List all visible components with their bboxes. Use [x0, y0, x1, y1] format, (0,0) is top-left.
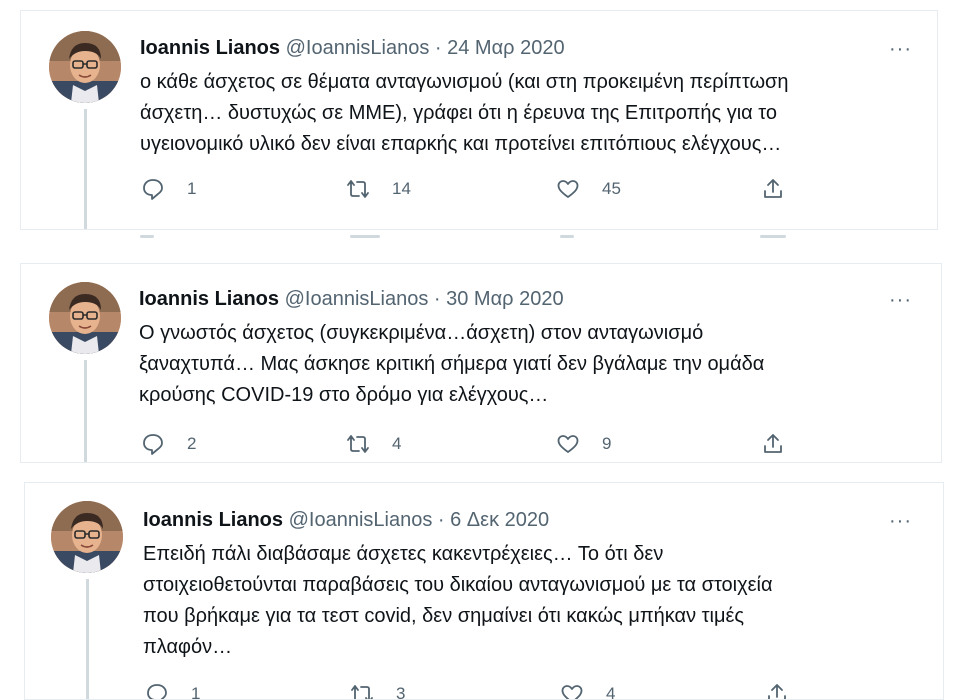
retweet-icon [351, 685, 373, 699]
avatar-image [49, 31, 121, 103]
share-button[interactable] [765, 682, 789, 699]
heart-icon [561, 685, 583, 699]
tweet-text: Επειδή πάλι διαβάσαμε άσχετες κακεντρέχε… [143, 539, 933, 663]
reply-icon [147, 684, 167, 699]
more-options-icon[interactable]: ··· [889, 511, 912, 531]
retweet-button[interactable]: 14 [346, 177, 411, 201]
cropped-row-edge [760, 235, 786, 238]
share-icon [768, 684, 786, 699]
separator-dot: · [434, 37, 442, 59]
like-button[interactable]: 4 [560, 682, 616, 700]
separator-dot: · [433, 288, 441, 310]
tweet-card[interactable]: Ioannis Lianos @IoannisLianos · 24 Μαρ 2… [20, 10, 938, 230]
share-icon [764, 179, 782, 198]
retweet-button[interactable]: 4 [346, 432, 401, 456]
like-button[interactable]: 45 [556, 177, 621, 201]
reply-count: 1 [187, 179, 197, 198]
tweet-text-line: άσχετη… δυστυχώς σε ΜΜΕ), γράφει ότι η έ… [140, 102, 778, 124]
like-count: 45 [602, 179, 621, 198]
tweet-card[interactable]: Ioannis Lianos @IoannisLianos · 6 Δεκ 20… [24, 482, 944, 700]
reply-count: 1 [191, 684, 201, 700]
reply-icon [143, 434, 163, 455]
tweet-text-line: ο κάθε άσχετος σε θέματα ανταγωνισμού (κ… [140, 71, 789, 93]
cropped-row-edge [560, 235, 574, 238]
author-name[interactable]: Ioannis Lianos [143, 509, 283, 531]
like-button[interactable]: 9 [556, 432, 611, 456]
author-handle[interactable]: @IoannisLianos [286, 37, 430, 59]
thread-line [84, 109, 87, 229]
retweet-button[interactable]: 3 [350, 682, 406, 700]
reply-button[interactable]: 1 [145, 682, 201, 700]
reply-count: 2 [187, 434, 197, 453]
share-button[interactable] [761, 177, 785, 201]
tweet-header: Ioannis Lianos @IoannisLianos · 30 Μαρ 2… [139, 286, 564, 312]
tweet-text-line: πλαφόν… [143, 636, 233, 658]
tweet-text-line: υγειονομικό υλικό δεν είναι επαρκής και … [140, 133, 782, 155]
cropped-row-edge [350, 235, 380, 238]
thread-line [84, 360, 87, 462]
share-button[interactable] [761, 432, 785, 456]
tweet-text-line: Επειδή πάλι διαβάσαμε άσχετες κακεντρέχε… [143, 543, 664, 565]
avatar[interactable] [51, 501, 123, 573]
author-name[interactable]: Ioannis Lianos [139, 288, 279, 310]
retweet-count: 3 [396, 684, 406, 700]
tweet-actions: 1 14 45 [141, 177, 841, 207]
more-options-icon[interactable]: ··· [889, 290, 912, 310]
avatar-image [51, 501, 123, 573]
author-handle[interactable]: @IoannisLianos [289, 509, 433, 531]
tweet-card[interactable]: Ioannis Lianos @IoannisLianos · 30 Μαρ 2… [20, 263, 942, 463]
tweet-text: Ο γνωστός άσχετος (συγκεκριμένα…άσχετη) … [139, 318, 929, 411]
like-count: 9 [602, 434, 612, 453]
separator-dot: · [437, 509, 445, 531]
avatar-image [49, 282, 121, 354]
author-name[interactable]: Ioannis Lianos [140, 37, 280, 59]
tweet-text-line: που βρήκαμε για τα τεστ covid, δεν σημαί… [143, 605, 745, 627]
thread-line [86, 579, 89, 699]
tweet-actions: 1 3 4 [145, 682, 845, 700]
tweet-text-line: Ο γνωστός άσχετος (συγκεκριμένα…άσχετη) … [139, 322, 704, 344]
tweet-text: ο κάθε άσχετος σε θέματα ανταγωνισμού (κ… [140, 67, 930, 160]
like-count: 4 [606, 684, 616, 700]
tweet-date[interactable]: 30 Μαρ 2020 [446, 288, 563, 310]
more-options-icon[interactable]: ··· [889, 39, 912, 59]
retweet-icon [347, 435, 369, 453]
retweet-count: 14 [392, 179, 411, 198]
reply-button[interactable]: 2 [141, 432, 196, 456]
reply-icon [143, 179, 163, 200]
heart-icon [557, 180, 579, 198]
tweet-header: Ioannis Lianos @IoannisLianos · 24 Μαρ 2… [140, 35, 565, 61]
tweet-actions: 2 4 9 [141, 432, 841, 462]
avatar[interactable] [49, 282, 121, 354]
cropped-row-edge [140, 235, 154, 238]
avatar[interactable] [49, 31, 121, 103]
reply-button[interactable]: 1 [141, 177, 196, 201]
author-handle[interactable]: @IoannisLianos [285, 288, 429, 310]
tweet-header: Ioannis Lianos @IoannisLianos · 6 Δεκ 20… [143, 507, 549, 533]
tweet-text-line: στοιχειοθετούνται παραβάσεις του δικαίου… [143, 574, 773, 596]
retweet-icon [347, 180, 369, 198]
tweet-date[interactable]: 24 Μαρ 2020 [447, 37, 564, 59]
tweet-text-line: ξαναχτυπά… Μας άσκησε κριτική σήμερα για… [139, 353, 765, 375]
tweet-date[interactable]: 6 Δεκ 2020 [450, 509, 549, 531]
retweet-count: 4 [392, 434, 402, 453]
tweet-text-line: κρούσης COVID-19 στο δρόμο για ελέγχους… [139, 384, 549, 406]
share-icon [764, 434, 782, 453]
heart-icon [557, 435, 579, 453]
